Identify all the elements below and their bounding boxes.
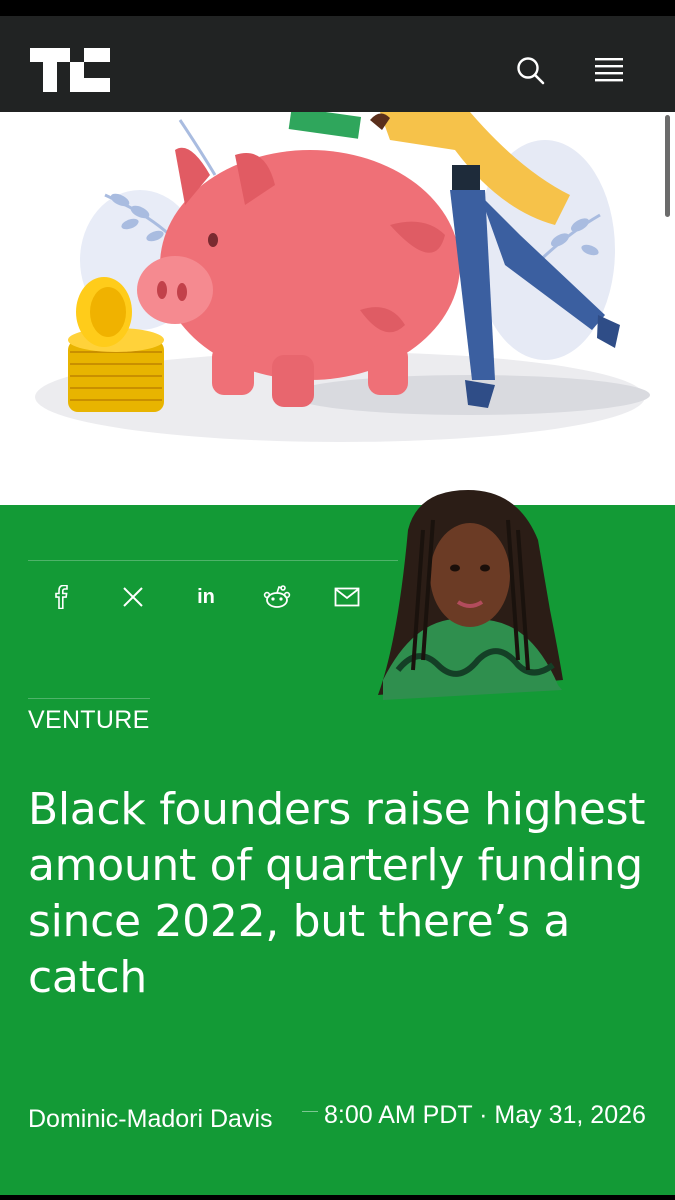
byline-divider xyxy=(302,1111,318,1112)
x-share-button[interactable] xyxy=(116,582,150,612)
x-icon xyxy=(123,587,143,607)
hero-illustration xyxy=(0,112,675,505)
author-link[interactable]: Dominic-Madori Davis xyxy=(28,1096,288,1142)
reddit-share-button[interactable] xyxy=(260,582,294,612)
category-divider xyxy=(28,698,150,699)
hamburger-menu-icon[interactable] xyxy=(593,56,627,86)
scrollbar-thumb[interactable] xyxy=(665,115,670,217)
reddit-icon xyxy=(263,585,291,608)
email-icon xyxy=(334,587,360,607)
site-header xyxy=(0,16,675,112)
author-avatar xyxy=(378,490,563,700)
email-share-button[interactable] xyxy=(330,582,364,612)
publish-datetime: 8:00 AM PDT · May 31, 2026 xyxy=(324,1101,646,1129)
search-icon[interactable] xyxy=(514,54,548,88)
techcrunch-logo[interactable] xyxy=(30,48,110,92)
share-divider xyxy=(28,560,398,561)
piggy-bank-illustration xyxy=(35,112,650,442)
linkedin-share-button[interactable]: in xyxy=(189,582,223,612)
facebook-share-button[interactable] xyxy=(45,582,79,612)
facebook-icon xyxy=(55,585,68,609)
bottom-edge xyxy=(0,1195,675,1200)
status-bar xyxy=(0,0,675,16)
linkedin-icon: in xyxy=(197,585,215,608)
category-link[interactable]: VENTURE xyxy=(28,706,150,735)
article-headline: Black founders raise highest amount of q… xyxy=(28,784,646,1003)
